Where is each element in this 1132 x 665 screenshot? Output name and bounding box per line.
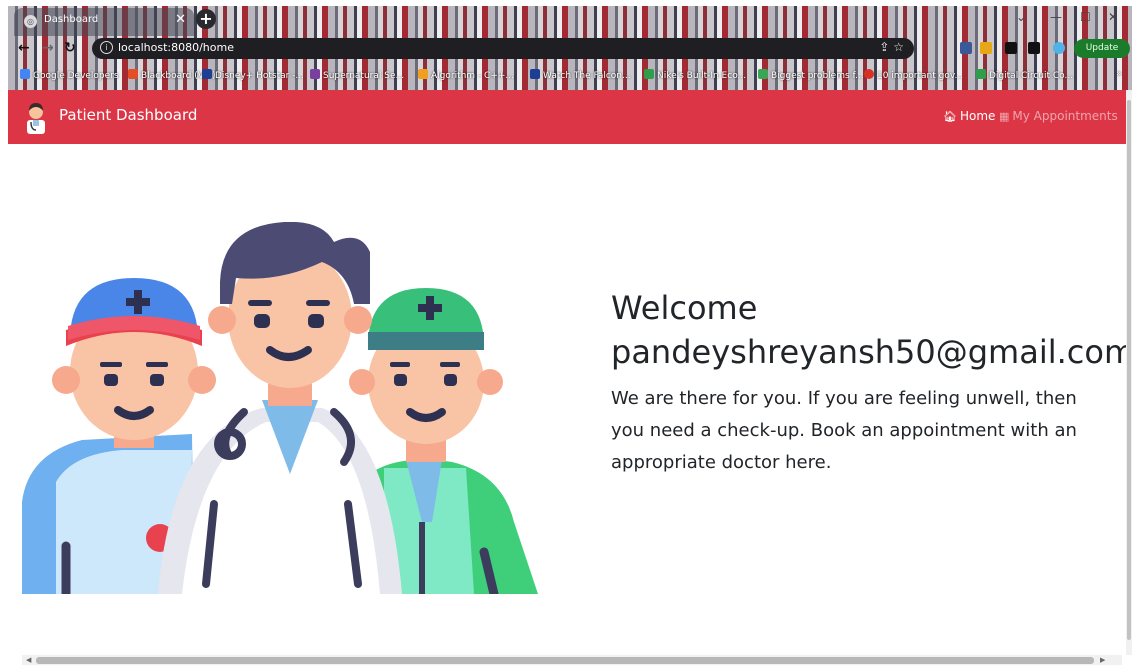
update-button[interactable]: Update (1074, 39, 1130, 58)
bookmark-favicon-icon (20, 69, 30, 79)
bookmark-label: 10 important gov... (877, 71, 964, 81)
bookmark-item[interactable]: Disney+ Hotstar -... (202, 69, 304, 81)
vertical-scrollbar-thumb[interactable] (1127, 100, 1131, 640)
home-icon: 🏠︎ (943, 110, 957, 123)
forward-arrow-icon[interactable]: → (42, 40, 54, 56)
star-icon[interactable]: ☆ (893, 40, 904, 54)
lead-text: We are there for you. If you are feeling… (611, 388, 1077, 473)
bookmark-label: Digital Circuit Co... (989, 71, 1074, 81)
bookmark-item[interactable]: Supernatural Se... (310, 69, 404, 81)
tab-favicon-icon: ◎ (24, 15, 37, 28)
bookmark-label: Nike's Built-In Eco... (657, 71, 747, 81)
bookmark-favicon-icon (530, 69, 540, 79)
bookmark-favicon-icon (418, 69, 428, 79)
bookmark-favicon-icon (976, 69, 986, 79)
brand-title[interactable]: Patient Dashboard (59, 106, 197, 124)
browser-chrome: ◎ Dashboard ✕ + ⌄ — ☐ ✕ ← → ↻ i localhos… (8, 6, 1132, 90)
bookmark-label: Supernatural Se... (323, 71, 405, 81)
bookmark-item[interactable]: Algorithm - C++... (418, 69, 514, 81)
bookmark-favicon-icon (758, 69, 768, 79)
tab-dashboard[interactable]: ◎ Dashboard ✕ (14, 8, 194, 36)
nav-appointments-label: My Appointments (1012, 109, 1118, 123)
reload-icon[interactable]: ↻ (64, 40, 76, 56)
bookmark-item[interactable]: Biggest problems f... (758, 69, 864, 81)
calendar-icon: ▦ (999, 110, 1010, 123)
scroll-left-arrow-icon[interactable]: ◀ (26, 656, 31, 664)
doctors-illustration (22, 222, 538, 594)
scroll-right-arrow-icon[interactable]: ▶ (1100, 656, 1105, 664)
more-bookmarks-icon[interactable]: » (1116, 69, 1122, 79)
bookmark-item[interactable]: Google Developers (20, 69, 119, 81)
bookmark-label: Google Developers (33, 71, 119, 81)
bookmark-item[interactable]: Nike's Built-In Eco... (644, 69, 746, 81)
welcome-label: Welcome (611, 289, 758, 327)
tab-title: Dashboard (44, 14, 99, 25)
nav-home-link[interactable]: 🏠︎ Home (943, 109, 995, 123)
info-icon[interactable]: i (100, 41, 113, 54)
chevron-down-icon[interactable]: ⌄ (1016, 10, 1026, 24)
bookmark-favicon-icon (644, 69, 654, 79)
nav-appointments-link[interactable]: ▦ My Appointments (999, 109, 1118, 123)
extension-icon[interactable] (980, 42, 992, 54)
extension-icon[interactable] (960, 42, 972, 54)
back-arrow-icon[interactable]: ← (18, 40, 30, 56)
bookmark-item[interactable]: Watch The Falcon... (530, 69, 631, 81)
address-bar-url: localhost:8080/home (118, 41, 234, 54)
horizontal-scrollbar-thumb[interactable] (36, 657, 1094, 664)
bookmark-favicon-icon (864, 69, 874, 79)
bookmark-label: Algorithm - C++... (431, 71, 514, 81)
close-icon[interactable]: ✕ (175, 12, 186, 27)
bookmark-label: Biggest problems f... (771, 71, 864, 81)
tab-strip: ◎ Dashboard ✕ + ⌄ — ☐ ✕ (8, 6, 1132, 36)
welcome-heading: Welcome pandeyshreyansh50@gmail.com (611, 286, 1126, 374)
bookmark-favicon-icon (310, 69, 320, 79)
bookmark-favicon-icon (128, 69, 138, 79)
bookmark-favicon-icon (202, 69, 212, 79)
bookmark-item[interactable]: 10 important gov... (864, 69, 963, 81)
doctor-avatar-icon (27, 103, 45, 134)
bookmarks-bar: Google Developers Blackboard (VIT) Disne… (8, 64, 1132, 88)
address-bar[interactable]: i localhost:8080/home ⇪ ☆ (92, 38, 914, 59)
minimize-icon[interactable]: — (1050, 10, 1062, 24)
bookmark-item[interactable]: Digital Circuit Co... (976, 69, 1073, 81)
bookmark-label: Disney+ Hotstar -... (215, 71, 305, 81)
app-navbar: Patient Dashboard 🏠︎ Home ▦ My Appointment… (8, 90, 1126, 144)
window-close-icon[interactable]: ✕ (1108, 10, 1118, 24)
profile-avatar-icon[interactable] (1053, 42, 1065, 54)
new-tab-button[interactable]: + (196, 9, 216, 29)
browser-toolbar: ← → ↻ i localhost:8080/home ⇪ ☆ Update (8, 36, 1132, 62)
share-icon[interactable]: ⇪ ☆ (879, 40, 904, 54)
user-email: pandeyshreyansh50@gmail.com (611, 333, 1126, 371)
sidepanel-icon[interactable] (1028, 42, 1040, 54)
nav-home-label: Home (959, 109, 996, 123)
maximize-icon[interactable]: ☐ (1080, 10, 1091, 24)
bookmark-label: Watch The Falcon... (543, 71, 631, 81)
puzzle-icon[interactable] (1005, 42, 1017, 54)
